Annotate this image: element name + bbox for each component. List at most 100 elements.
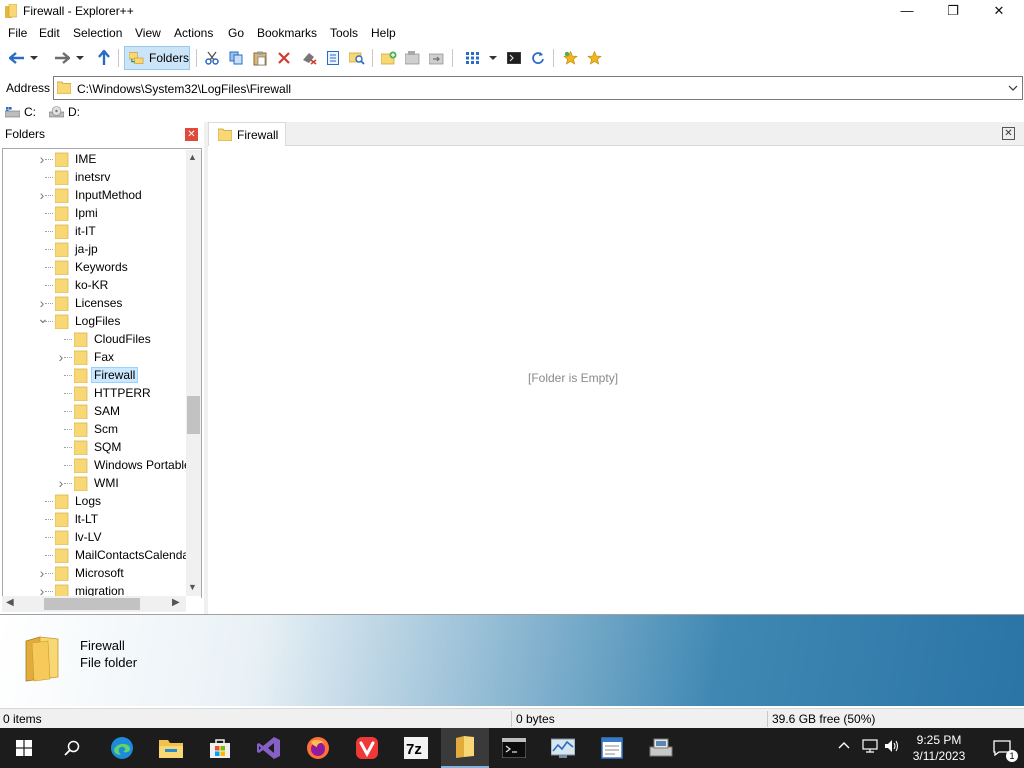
tree-horizontal-scrollbar[interactable]: ◀ ▶ — [2, 596, 186, 612]
scroll-up-arrow-icon[interactable]: ▲ — [188, 152, 197, 162]
tree-item[interactable]: › Licenses — [3, 294, 188, 312]
views-dropdown[interactable] — [486, 47, 500, 69]
taskbar-terminal[interactable] — [490, 728, 538, 768]
close-tab-button[interactable]: ✕ — [1002, 127, 1015, 140]
tree-item[interactable]: Logs — [3, 492, 188, 510]
address-input[interactable]: C:\Windows\System32\LogFiles\Firewall — [53, 76, 1023, 100]
tab-firewall[interactable]: Firewall — [208, 122, 286, 146]
open-command-prompt-button[interactable] — [503, 47, 525, 69]
start-button[interactable] — [0, 728, 48, 768]
cut-button[interactable] — [201, 47, 223, 69]
notification-center-button[interactable]: 1 — [980, 728, 1024, 768]
new-folder-button[interactable] — [378, 47, 400, 69]
tree-expand-chevron-icon[interactable]: › — [56, 350, 66, 364]
close-folders-pane-button[interactable]: ✕ — [185, 128, 198, 141]
tree-item[interactable]: Windows Portable — [3, 456, 191, 474]
tree-item[interactable]: › Fax — [3, 348, 188, 366]
tree-item[interactable]: › IME — [3, 150, 188, 168]
menu-actions[interactable]: Actions — [174, 26, 213, 40]
menu-selection[interactable]: Selection — [73, 26, 122, 40]
scroll-right-arrow-icon[interactable]: ▶ — [172, 597, 180, 608]
scroll-down-arrow-icon[interactable]: ▼ — [188, 582, 197, 592]
maximize-button[interactable]: ❐ — [930, 0, 976, 22]
folder-tree[interactable]: › IME inetsrv › InputMethod Ipmi it-IT ja-jp Key… — [2, 148, 202, 598]
tree-expand-chevron-icon[interactable]: › — [37, 188, 47, 202]
tree-item[interactable]: Keywords — [3, 258, 188, 276]
menu-bookmarks[interactable]: Bookmarks — [257, 26, 317, 40]
tree-item[interactable]: SAM — [3, 402, 188, 420]
tree-vertical-scroll-thumb[interactable] — [187, 396, 200, 434]
menu-help[interactable]: Help — [371, 26, 396, 40]
views-button[interactable] — [462, 47, 484, 69]
drive-c-button[interactable]: C: — [5, 105, 36, 119]
tree-item[interactable]: › InputMethod — [3, 186, 188, 204]
tree-vertical-scrollbar[interactable]: ▲ ▼ — [186, 150, 201, 596]
address-dropdown-chevron-icon[interactable] — [1008, 81, 1018, 95]
taskbar-visual-studio[interactable] — [245, 728, 293, 768]
tree-item[interactable]: ⌄ LogFiles — [3, 311, 188, 330]
taskbar-clock[interactable]: 9:25 PM 3/11/2023 — [906, 732, 972, 764]
scroll-left-arrow-icon[interactable]: ◀ — [6, 597, 14, 608]
taskbar-explorerpp[interactable] — [441, 728, 489, 768]
taskbar-notepad[interactable] — [588, 728, 636, 768]
network-status-icon[interactable] — [862, 739, 878, 753]
tree-expand-chevron-icon[interactable]: › — [56, 476, 66, 490]
tree-item[interactable]: lv-LV — [3, 528, 188, 546]
tree-item[interactable]: › Microsoft — [3, 564, 188, 582]
menu-file[interactable]: File — [8, 26, 27, 40]
menu-edit[interactable]: Edit — [39, 26, 60, 40]
add-bookmark-button[interactable] — [559, 47, 581, 69]
taskbar-7zip[interactable]: 7z — [392, 728, 440, 768]
taskbar-file-explorer[interactable] — [147, 728, 195, 768]
file-list-view[interactable]: [Folder is Empty] — [208, 146, 1024, 614]
refresh-button[interactable] — [527, 47, 549, 69]
properties-button[interactable] — [322, 47, 344, 69]
taskbar-network-tool[interactable] — [637, 728, 685, 768]
back-history-dropdown[interactable] — [28, 47, 40, 69]
menu-go[interactable]: Go — [228, 26, 244, 40]
taskbar-vivaldi[interactable] — [343, 728, 391, 768]
tree-item[interactable]: MailContactsCalenda — [3, 546, 189, 564]
tree-item[interactable]: SQM — [3, 438, 188, 456]
tree-item[interactable]: Scm — [3, 420, 188, 438]
taskbar-store[interactable] — [196, 728, 244, 768]
tree-expand-chevron-icon[interactable]: › — [37, 566, 47, 580]
paste-button[interactable] — [249, 47, 271, 69]
back-button[interactable] — [6, 47, 28, 69]
tree-item[interactable]: CloudFiles — [3, 330, 188, 348]
minimize-button[interactable]: — — [884, 0, 930, 22]
tree-horizontal-scroll-thumb[interactable] — [44, 598, 140, 610]
volume-icon[interactable] — [884, 739, 900, 753]
tree-expand-chevron-icon[interactable]: › — [37, 296, 47, 310]
tree-item[interactable]: ko-KR — [3, 276, 188, 294]
folders-toggle-button[interactable]: Folders — [124, 46, 190, 70]
delete-button[interactable] — [273, 47, 295, 69]
taskbar-resource-monitor[interactable] — [539, 728, 587, 768]
taskbar-firefox[interactable] — [294, 728, 342, 768]
tree-item[interactable]: › WMI — [3, 474, 188, 492]
tree-expand-chevron-icon[interactable]: › — [37, 152, 47, 166]
tree-item[interactable]: ja-jp — [3, 240, 188, 258]
delete-permanently-button[interactable] — [298, 47, 320, 69]
tree-item[interactable]: inetsrv — [3, 168, 188, 186]
tree-item[interactable]: Ipmi — [3, 204, 188, 222]
drive-d-button[interactable]: D: — [49, 105, 80, 119]
search-button[interactable] — [346, 47, 368, 69]
tree-collapse-chevron-icon[interactable]: ⌄ — [37, 311, 49, 328]
taskbar-search-button[interactable] — [48, 728, 96, 768]
tree-item[interactable]: Firewall — [3, 366, 188, 384]
close-window-button[interactable]: ✕ — [976, 0, 1022, 22]
show-hidden-icons-chevron-icon[interactable] — [838, 741, 850, 749]
taskbar-edge[interactable] — [98, 728, 146, 768]
up-button[interactable] — [93, 47, 115, 69]
copy-to-button[interactable] — [402, 47, 424, 69]
tree-item[interactable]: HTTPERR — [3, 384, 188, 402]
menu-view[interactable]: View — [135, 26, 161, 40]
forward-history-dropdown[interactable] — [74, 47, 86, 69]
tree-item[interactable]: lt-LT — [3, 510, 188, 528]
move-to-button[interactable] — [426, 47, 448, 69]
bookmarks-button[interactable] — [583, 47, 605, 69]
copy-button[interactable] — [225, 47, 247, 69]
tree-item[interactable]: it-IT — [3, 222, 188, 240]
menu-tools[interactable]: Tools — [330, 26, 358, 40]
